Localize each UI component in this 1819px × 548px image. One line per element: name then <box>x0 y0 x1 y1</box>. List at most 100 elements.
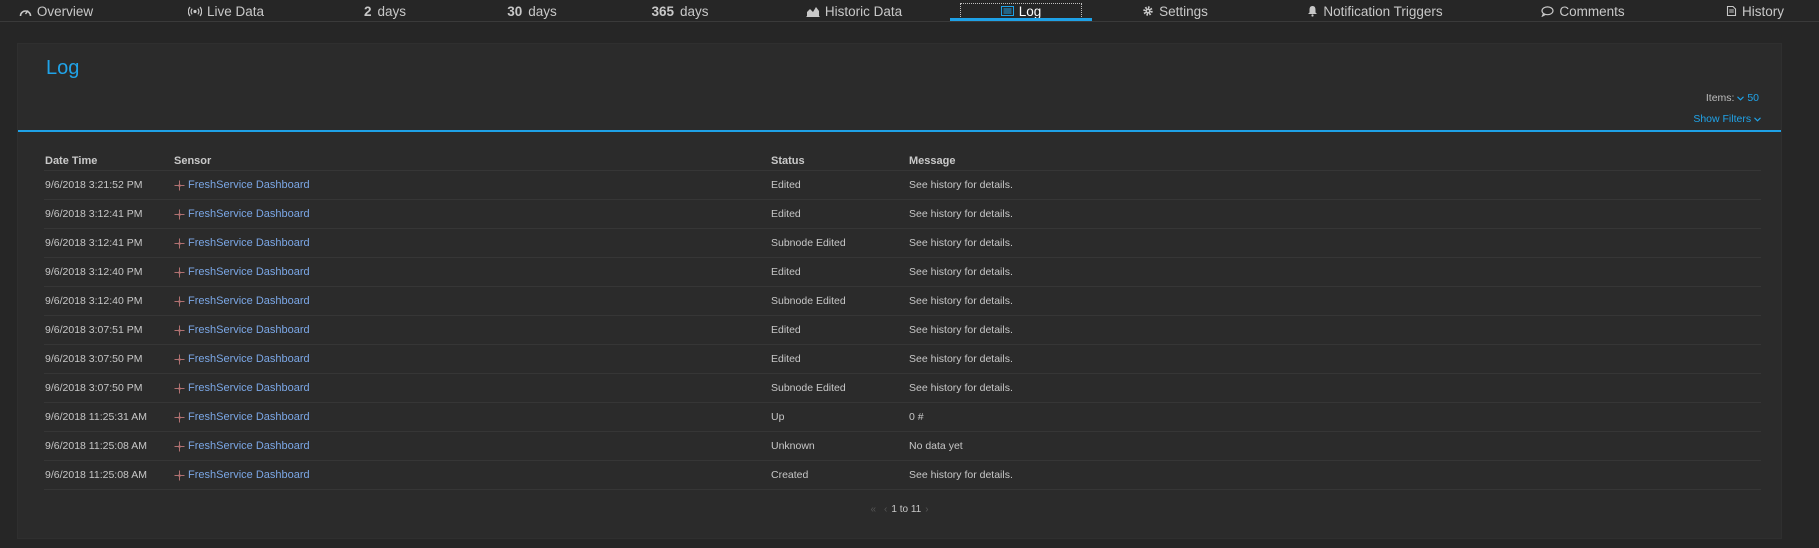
table-row[interactable]: 9/6/2018 3:21:52 PM FreshService Dashboar… <box>44 171 1761 200</box>
row-sensor: FreshService Dashboard <box>174 469 771 481</box>
row-date-time: 9/6/2018 3:07:50 PM <box>45 353 143 365</box>
tab-live-data[interactable]: Live Data <box>186 0 266 22</box>
first-page-button[interactable]: « <box>870 504 876 515</box>
tab-overview[interactable]: Overview <box>16 0 96 22</box>
table-row[interactable]: 9/6/2018 3:12:41 PM FreshService Dashboar… <box>44 229 1761 258</box>
row-sensor: FreshService Dashboard <box>174 382 771 394</box>
tab-log-focus-box: Log <box>959 3 1083 19</box>
show-filters-label: Show Filters <box>1693 113 1752 125</box>
row-status: Subnode Edited <box>771 237 846 249</box>
bell-icon <box>1307 5 1318 17</box>
sensor-link[interactable]: FreshService Dashboard <box>188 324 310 336</box>
row-sensor: FreshService Dashboard <box>174 440 771 452</box>
sensor-link[interactable]: FreshService Dashboard <box>188 179 310 191</box>
sensor-icon <box>174 238 185 249</box>
table-row[interactable]: 9/6/2018 3:12:40 PM FreshService Dashboar… <box>44 287 1761 316</box>
tab-settings[interactable]: Settings <box>1141 0 1209 22</box>
sensor-icon <box>174 209 185 220</box>
header-sensor[interactable]: Sensor <box>174 155 771 167</box>
tab-365-days-unit: days <box>680 3 709 19</box>
header-status[interactable]: Status <box>771 155 909 167</box>
row-date-time: 9/6/2018 11:25:08 AM <box>45 469 147 481</box>
next-page-button[interactable]: › <box>925 504 928 515</box>
row-date-time: 9/6/2018 3:12:41 PM <box>45 208 143 220</box>
panel-divider <box>18 130 1781 132</box>
sensor-icon <box>174 325 185 336</box>
tab-comments[interactable]: Comments <box>1541 0 1625 22</box>
row-message: See history for details. <box>909 382 1013 394</box>
chevron-down-icon <box>1754 113 1761 125</box>
sensor-icon <box>174 180 185 191</box>
items-per-page-value: 50 <box>1747 92 1759 104</box>
row-message: 0 # <box>909 411 924 423</box>
sensor-icon <box>174 267 185 278</box>
row-date-time: 9/6/2018 11:25:31 AM <box>45 411 147 423</box>
row-sensor: FreshService Dashboard <box>174 324 771 336</box>
row-status: Edited <box>771 324 801 336</box>
tab-2-days[interactable]: 2 days <box>360 0 410 22</box>
sensor-link[interactable]: FreshService Dashboard <box>188 411 310 423</box>
row-status: Edited <box>771 353 801 365</box>
row-sensor: FreshService Dashboard <box>174 208 771 220</box>
table-row[interactable]: 9/6/2018 3:07:51 PM FreshService Dashboar… <box>44 316 1761 345</box>
sensor-icon <box>174 354 185 365</box>
tab-2-days-unit: days <box>377 3 407 19</box>
table-body: 9/6/2018 3:21:52 PM FreshService Dashboar… <box>44 171 1761 490</box>
items-per-page-label: Items: <box>1705 92 1735 104</box>
sensor-icon <box>174 412 185 423</box>
area-chart-icon <box>806 6 820 17</box>
tab-historic-data-label: Historic Data <box>824 3 903 19</box>
list-icon <box>1000 6 1014 16</box>
row-status: Up <box>771 411 785 423</box>
table-header: Date Time Sensor Status Message <box>44 152 1761 171</box>
tab-historic-data[interactable]: Historic Data <box>806 0 902 22</box>
sensor-link[interactable]: FreshService Dashboard <box>188 469 310 481</box>
row-date-time: 9/6/2018 3:07:50 PM <box>45 382 143 394</box>
table-row[interactable]: 9/6/2018 11:25:31 AM FreshService Dashboa… <box>44 403 1761 432</box>
table-row[interactable]: 9/6/2018 11:25:08 AM FreshService Dashboa… <box>44 461 1761 490</box>
sensor-link[interactable]: FreshService Dashboard <box>188 353 310 365</box>
show-filters-link[interactable]: Show Filters <box>1693 113 1761 125</box>
table-row[interactable]: 9/6/2018 3:12:41 PM FreshService Dashboar… <box>44 200 1761 229</box>
row-status: Subnode Edited <box>771 382 846 394</box>
log-panel: Log Items: 50 Show Filters Date Time Sen… <box>18 44 1781 538</box>
sensor-link[interactable]: FreshService Dashboard <box>188 382 310 394</box>
sensor-link[interactable]: FreshService Dashboard <box>188 266 310 278</box>
row-status: Edited <box>771 179 801 191</box>
table-row[interactable]: 9/6/2018 11:25:08 AM FreshService Dashboa… <box>44 432 1761 461</box>
tab-365-days-number: 365 <box>651 3 674 19</box>
table-row[interactable]: 9/6/2018 3:07:50 PM FreshService Dashboar… <box>44 374 1761 403</box>
row-date-time: 9/6/2018 3:12:40 PM <box>45 266 143 278</box>
header-date-time[interactable]: Date Time <box>44 155 174 167</box>
row-sensor: FreshService Dashboard <box>174 411 771 423</box>
sensor-link[interactable]: FreshService Dashboard <box>188 208 310 220</box>
log-table: Date Time Sensor Status Message 9/6/2018… <box>44 152 1761 490</box>
row-sensor: FreshService Dashboard <box>174 179 771 191</box>
sensor-icon <box>174 383 185 394</box>
gauge-icon <box>19 6 32 17</box>
tab-history-label: History <box>1741 3 1784 19</box>
row-date-time: 9/6/2018 3:21:52 PM <box>45 179 143 191</box>
tab-comments-label: Comments <box>1559 3 1625 19</box>
sensor-link[interactable]: FreshService Dashboard <box>188 237 310 249</box>
tab-365-days[interactable]: 365 days <box>651 0 709 22</box>
row-date-time: 9/6/2018 3:12:41 PM <box>45 237 143 249</box>
table-row[interactable]: 9/6/2018 3:12:40 PM FreshService Dashboar… <box>44 258 1761 287</box>
tab-30-days-unit: days <box>528 3 557 19</box>
sensor-icon <box>174 296 185 307</box>
table-row[interactable]: 9/6/2018 3:07:50 PM FreshService Dashboar… <box>44 345 1761 374</box>
header-message[interactable]: Message <box>909 155 1761 167</box>
prev-page-button[interactable]: ‹ <box>884 504 887 515</box>
row-message: No data yet <box>909 440 963 452</box>
gear-icon <box>1142 5 1154 17</box>
page-range: 1 to 11 <box>891 504 922 515</box>
sensor-link[interactable]: FreshService Dashboard <box>188 295 310 307</box>
tab-live-data-label: Live Data <box>206 3 265 19</box>
items-per-page-dropdown[interactable]: 50 <box>1737 92 1759 104</box>
tab-notification-triggers[interactable]: Notification Triggers <box>1306 0 1444 22</box>
row-status: Unknown <box>771 440 815 452</box>
tab-30-days[interactable]: 30 days <box>505 0 559 22</box>
active-tab-indicator <box>950 18 1092 21</box>
tab-history[interactable]: History <box>1724 0 1786 22</box>
sensor-link[interactable]: FreshService Dashboard <box>188 440 310 452</box>
